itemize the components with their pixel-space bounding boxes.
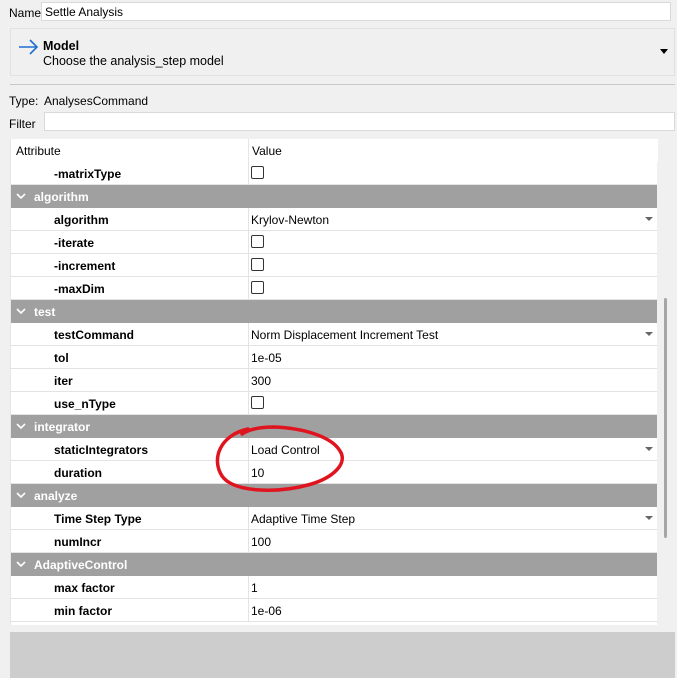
attribute-value[interactable]: 100 (251, 535, 271, 549)
chevron-down-icon[interactable] (645, 217, 653, 221)
checkbox[interactable] (251, 281, 264, 294)
group-label: algorithm (34, 190, 89, 204)
model-title: Model (43, 39, 80, 53)
group-label: integrator (34, 420, 91, 434)
attribute-name: -iterate (54, 236, 95, 250)
name-label: Name (9, 6, 42, 20)
group-header[interactable]: algorithm (11, 185, 658, 208)
attribute-name: staticIntegrators (54, 443, 149, 457)
scrollbar-thumb[interactable] (664, 298, 667, 538)
table-row[interactable]: -maxDim (11, 277, 658, 300)
attribute-value[interactable]: 300 (251, 374, 271, 388)
table-row[interactable]: staticIntegrators Load Control (11, 438, 658, 461)
attribute-name: tol (54, 351, 69, 365)
table-row[interactable]: max factor 1 (11, 576, 658, 599)
group-header[interactable]: analyze (11, 484, 658, 507)
attribute-name: -increment (54, 259, 116, 273)
type-label: Type: (9, 94, 39, 108)
type-value: AnalysesCommand (44, 94, 149, 108)
bottom-panel (10, 632, 675, 678)
group-label: test (34, 305, 56, 319)
attribute-name: min factor (54, 604, 113, 618)
filter-input[interactable] (44, 112, 675, 131)
checkbox[interactable] (251, 258, 264, 271)
attribute-name: Time Step Type (54, 512, 142, 526)
attribute-name: numIncr (54, 535, 102, 549)
checkbox[interactable] (251, 396, 264, 409)
table-row[interactable]: duration 10 (11, 461, 658, 484)
group-header[interactable]: integrator (11, 415, 658, 438)
attribute-value[interactable]: Adaptive Time Step (251, 512, 355, 526)
group-label: AdaptiveControl (34, 558, 128, 572)
model-selector[interactable]: Model Choose the analysis_step model (10, 28, 675, 76)
name-input[interactable] (41, 2, 671, 21)
table-row[interactable]: tol 1e-05 (11, 346, 658, 369)
attribute-value[interactable]: 1 (251, 581, 258, 595)
table-row[interactable]: -increment (11, 254, 658, 277)
table-row[interactable]: testCommand Norm Displacement Increment T… (11, 323, 658, 346)
checkbox[interactable] (251, 235, 264, 248)
attribute-name: testCommand (54, 328, 135, 342)
attribute-value[interactable]: Norm Displacement Increment Test (251, 328, 438, 342)
chevron-down-icon[interactable] (16, 191, 26, 201)
table-row[interactable]: algorithm Krylov-Newton (11, 208, 658, 231)
group-header[interactable]: AdaptiveControl (11, 553, 658, 576)
checkbox[interactable] (251, 166, 264, 179)
attribute-name: algorithm (54, 213, 109, 227)
chevron-down-icon[interactable] (645, 447, 653, 451)
chevron-down-icon[interactable] (645, 516, 653, 520)
model-subtitle: Choose the analysis_step model (43, 54, 224, 68)
attribute-value[interactable]: 10 (251, 466, 264, 480)
attribute-value[interactable]: Krylov-Newton (251, 213, 329, 227)
chevron-down-icon[interactable] (16, 306, 26, 316)
attribute-name: iter (54, 374, 73, 388)
table-header: Attribute Value (11, 139, 658, 163)
chevron-down-icon[interactable] (16, 559, 26, 569)
header-value[interactable]: Value (252, 144, 282, 158)
divider (10, 84, 675, 85)
table-row[interactable]: use_nType (11, 392, 658, 415)
table-row[interactable]: iter 300 (11, 369, 658, 392)
attribute-name: -maxDim (54, 282, 105, 296)
attribute-value[interactable]: 1e-06 (251, 604, 282, 618)
filter-label: Filter (9, 117, 36, 131)
attribute-name: duration (54, 466, 102, 480)
chevron-down-icon[interactable] (16, 490, 26, 500)
attribute-name: -matrixType (54, 167, 122, 181)
chevron-down-icon[interactable] (660, 49, 668, 54)
group-header[interactable]: test (11, 300, 658, 323)
attribute-name: max factor (54, 581, 115, 595)
header-attribute[interactable]: Attribute (16, 144, 61, 158)
attribute-name: use_nType (54, 397, 116, 411)
table-row[interactable]: -iterate (11, 231, 658, 254)
chevron-down-icon[interactable] (16, 421, 26, 431)
attribute-value[interactable]: 1e-05 (251, 351, 282, 365)
group-label: analyze (34, 489, 78, 503)
table-row[interactable]: numIncr 100 (11, 530, 658, 553)
table-row[interactable]: min factor 1e-06 (11, 599, 658, 622)
table-row[interactable]: Time Step Type Adaptive Time Step (11, 507, 658, 530)
arrow-right-icon (19, 39, 39, 55)
chevron-down-icon[interactable] (645, 332, 653, 336)
attribute-table: Attribute Value -matrixType algorithm algo… (10, 139, 658, 625)
table-row[interactable]: -matrixType (11, 162, 658, 185)
attribute-value[interactable]: Load Control (251, 443, 320, 457)
